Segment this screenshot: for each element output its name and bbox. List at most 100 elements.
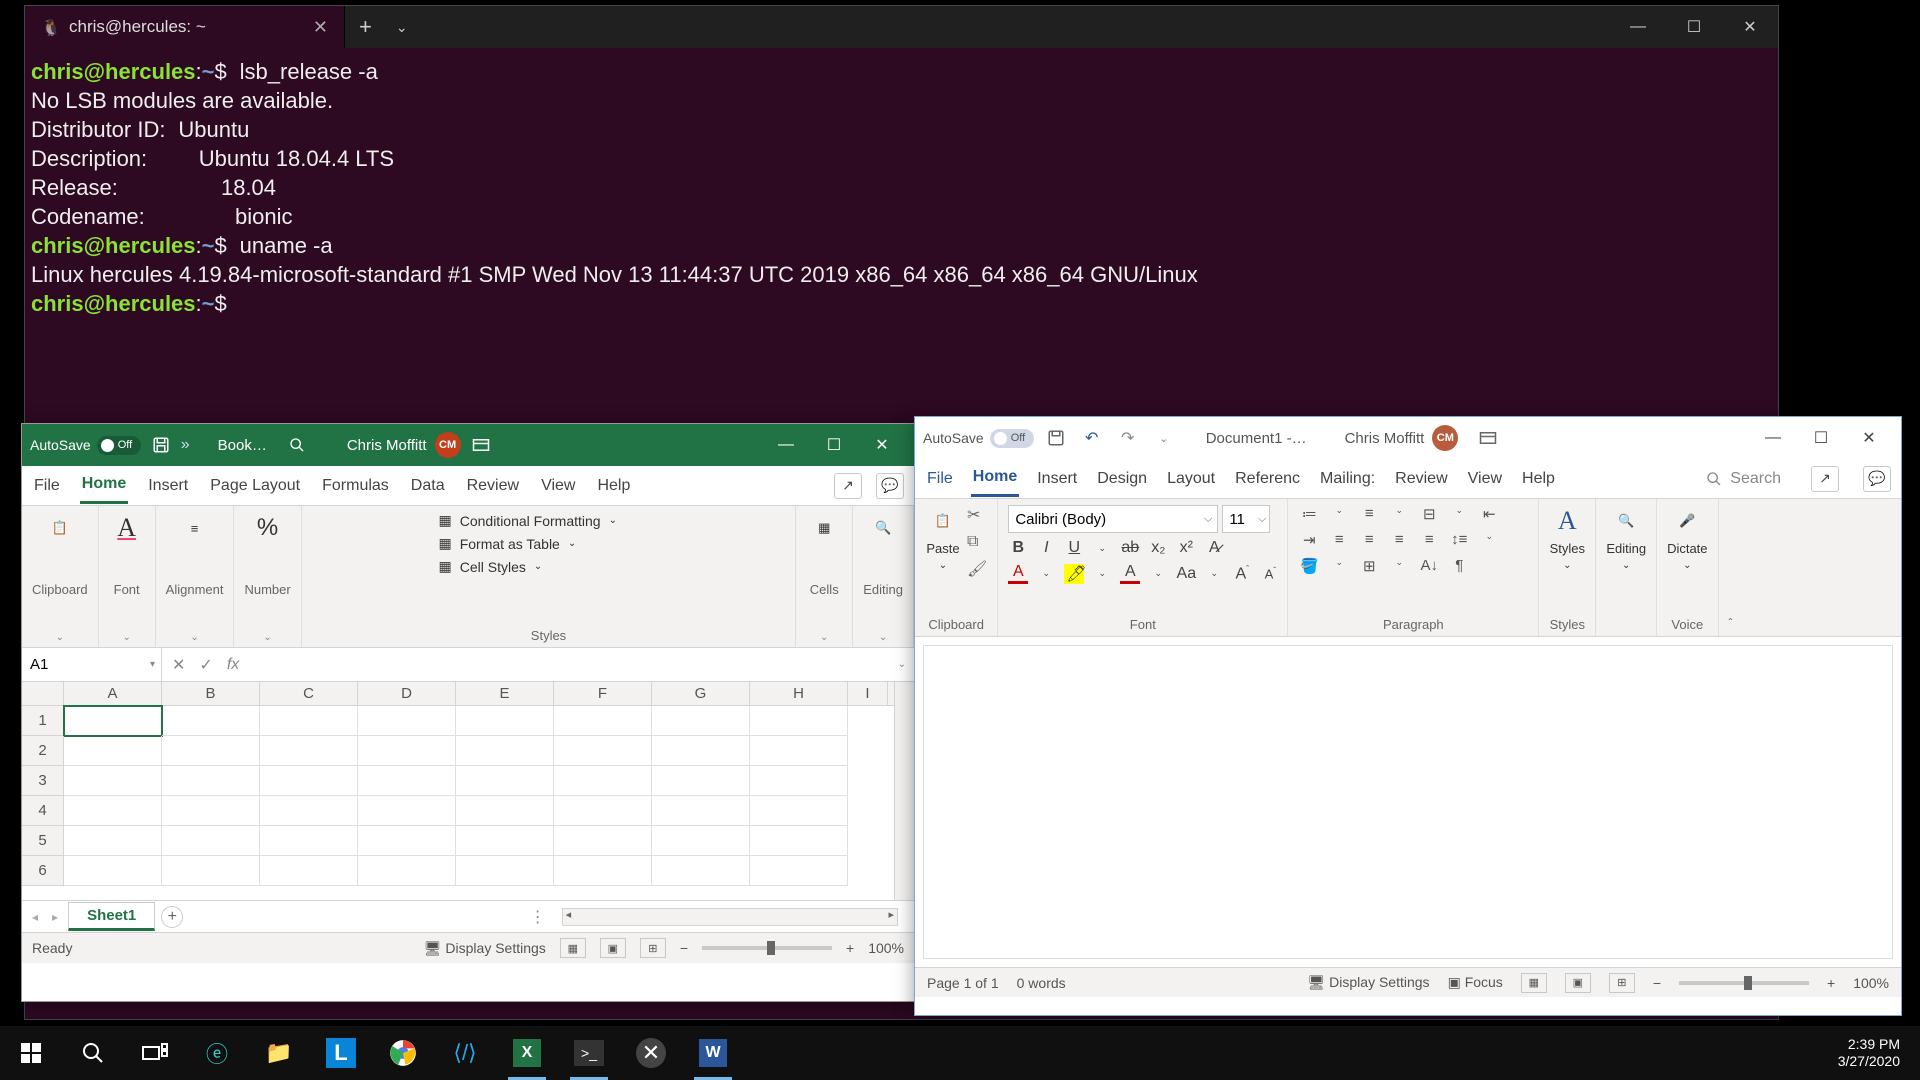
comments-icon[interactable]: 💬	[1863, 466, 1891, 492]
col-header[interactable]: G	[652, 682, 750, 705]
tab-references[interactable]: Referenc	[1233, 462, 1302, 496]
clock[interactable]: 2:39 PM 3/27/2020	[1826, 1036, 1912, 1070]
row-header[interactable]: 5	[22, 826, 64, 856]
grow-font-button[interactable]: Aˆ	[1232, 564, 1252, 583]
minimize-button[interactable]: —	[762, 424, 810, 466]
task-view-button[interactable]	[124, 1026, 186, 1080]
minimize-button[interactable]: —	[1610, 6, 1666, 48]
alignment-button[interactable]: ≡	[177, 512, 213, 544]
save-icon[interactable]	[1042, 424, 1070, 452]
ribbon-display-icon[interactable]	[469, 433, 493, 457]
new-tab-button[interactable]: +	[345, 14, 386, 40]
maximize-button[interactable]: ☐	[1797, 417, 1845, 459]
taskbar-explorer[interactable]: 📁	[248, 1026, 310, 1080]
highlight-button[interactable]: 🖊	[1064, 564, 1084, 584]
share-icon[interactable]: ↗	[1811, 466, 1839, 492]
col-header[interactable]: E	[456, 682, 554, 705]
user-avatar[interactable]: CM	[1432, 425, 1458, 451]
underline-button[interactable]: U	[1064, 539, 1084, 557]
taskbar-word[interactable]: W	[682, 1026, 744, 1080]
tab-home[interactable]: Home	[80, 467, 128, 504]
tab-formulas[interactable]: Formulas	[320, 469, 391, 503]
tab-help[interactable]: Help	[1520, 462, 1557, 496]
tab-mailings[interactable]: Mailing:	[1318, 462, 1377, 496]
copy-icon[interactable]: ⧉	[967, 533, 987, 551]
font-size-input[interactable]: 11	[1222, 505, 1270, 533]
row-header[interactable]: 1	[22, 706, 64, 736]
increase-indent-button[interactable]: ⇥	[1298, 531, 1320, 549]
tab-help[interactable]: Help	[595, 469, 632, 503]
sheet-options-icon[interactable]: ⋮	[530, 907, 546, 927]
formula-input[interactable]	[249, 648, 889, 681]
shading-button[interactable]: 🪣	[1298, 557, 1320, 575]
decrease-indent-button[interactable]: ⇤	[1478, 505, 1500, 523]
sheet-nav-next-icon[interactable]: ▸	[48, 910, 62, 924]
cancel-icon[interactable]: ✕	[172, 655, 185, 675]
superscript-button[interactable]: x²	[1176, 539, 1196, 557]
taskbar-app-l[interactable]: L	[310, 1026, 372, 1080]
page-count[interactable]: Page 1 of 1	[927, 975, 999, 991]
italic-button[interactable]: I	[1036, 539, 1056, 557]
taskbar-terminal[interactable]: >_	[558, 1026, 620, 1080]
tab-page-layout[interactable]: Page Layout	[208, 469, 302, 503]
tab-insert[interactable]: Insert	[1035, 462, 1079, 496]
conditional-formatting-button[interactable]: ▦Conditional Formatting ⌄	[438, 512, 658, 529]
taskbar-edge[interactable]: ⓔ	[186, 1026, 248, 1080]
col-header[interactable]: H	[750, 682, 848, 705]
zoom-level[interactable]: 100%	[1853, 975, 1889, 991]
search-box[interactable]: Search	[1706, 470, 1781, 488]
enter-icon[interactable]: ✓	[199, 655, 212, 675]
editing-button[interactable]: 🔍	[865, 512, 901, 544]
ribbon-display-icon[interactable]	[1476, 426, 1500, 450]
print-layout-icon[interactable]: ▣	[1565, 973, 1591, 993]
dictate-button[interactable]: 🎤Dictate⌄	[1667, 505, 1707, 571]
subscript-button[interactable]: x₂	[1148, 539, 1168, 557]
close-button[interactable]: ✕	[858, 424, 906, 466]
add-sheet-button[interactable]: +	[161, 906, 183, 928]
align-left-button[interactable]: ≡	[1328, 531, 1350, 549]
tab-layout[interactable]: Layout	[1165, 462, 1217, 496]
tab-home[interactable]: Home	[971, 460, 1019, 497]
format-as-table-button[interactable]: ▦Format as Table ⌄	[438, 535, 658, 552]
zoom-level[interactable]: 100%	[868, 940, 904, 956]
editing-button[interactable]: 🔍Editing⌄	[1606, 505, 1646, 571]
user-avatar[interactable]: CM	[435, 432, 461, 458]
close-tab-icon[interactable]: ✕	[313, 17, 328, 38]
tab-design[interactable]: Design	[1095, 462, 1149, 496]
select-all-corner[interactable]	[22, 682, 64, 705]
tab-file[interactable]: File	[925, 462, 955, 496]
fx-icon[interactable]: fx	[227, 656, 239, 674]
sheet-nav-prev-icon[interactable]: ◂	[28, 910, 42, 924]
numbering-button[interactable]: ≡	[1358, 505, 1380, 523]
terminal-output[interactable]: chris@hercules:~$ lsb_release -a No LSB …	[25, 48, 1778, 329]
normal-view-icon[interactable]: ▦	[560, 938, 586, 958]
read-mode-icon[interactable]: ▦	[1521, 973, 1547, 993]
search-button[interactable]	[62, 1026, 124, 1080]
collapse-ribbon-icon[interactable]: ˆ	[1729, 616, 1733, 630]
zoom-out-button[interactable]: −	[1653, 975, 1661, 991]
row-header[interactable]: 4	[22, 796, 64, 826]
col-header[interactable]: F	[554, 682, 652, 705]
autosave-toggle[interactable]: AutoSave Off	[923, 429, 1034, 448]
change-case-button[interactable]: Aa	[1176, 565, 1196, 583]
shrink-font-button[interactable]: Aˇ	[1260, 566, 1280, 581]
zoom-slider[interactable]	[1679, 981, 1809, 985]
number-button[interactable]: %	[250, 512, 286, 544]
align-right-button[interactable]: ≡	[1388, 531, 1410, 549]
taskbar-chrome[interactable]	[372, 1026, 434, 1080]
name-box[interactable]: A1	[22, 648, 162, 681]
maximize-button[interactable]: ☐	[810, 424, 858, 466]
search-icon[interactable]	[285, 433, 309, 457]
toggle-off-icon[interactable]: Off	[97, 436, 141, 455]
spreadsheet-grid[interactable]: A B C D E F G H I 1 2 3 4 5 6	[22, 682, 914, 900]
paste-button[interactable]: 📋Paste⌄	[925, 505, 961, 579]
taskbar-vscode[interactable]: ⟨/⟩	[434, 1026, 496, 1080]
strikethrough-button[interactable]: ab	[1120, 539, 1140, 557]
tab-file[interactable]: File	[32, 469, 62, 503]
col-header[interactable]: I	[848, 682, 888, 705]
share-icon[interactable]: ↗	[834, 473, 862, 499]
tab-review[interactable]: Review	[1393, 462, 1449, 496]
row-header[interactable]: 6	[22, 856, 64, 886]
line-spacing-button[interactable]: ↕≡	[1448, 531, 1470, 549]
sheet-tab[interactable]: Sheet1	[68, 902, 155, 931]
